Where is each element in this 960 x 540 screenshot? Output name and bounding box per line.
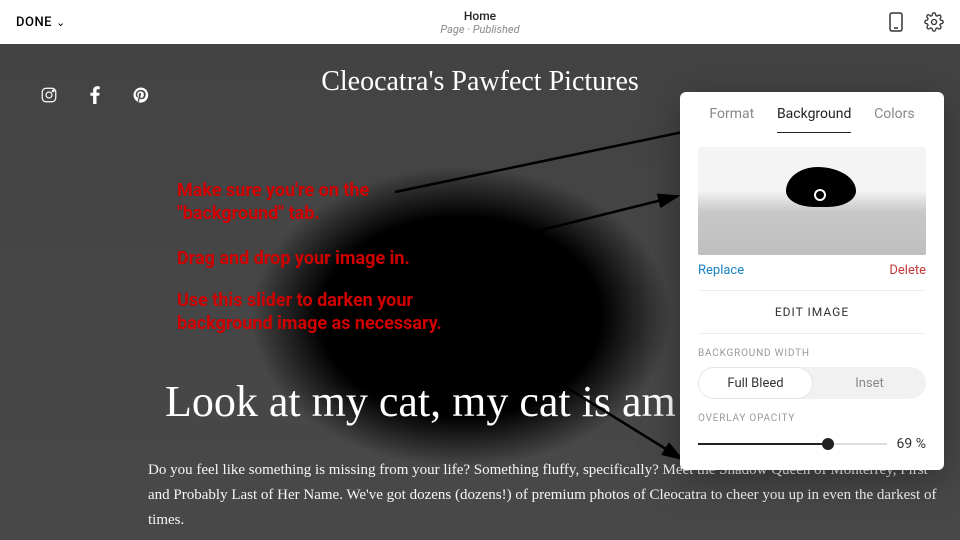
instagram-icon[interactable] [40,86,58,104]
page-name: Home [440,9,519,23]
site-title[interactable]: Cleocatra's Pawfect Pictures [321,66,639,98]
thumb-actions: Replace Delete [680,263,944,290]
page-indicator: Home Page · Published [440,9,519,36]
delete-link[interactable]: Delete [889,263,926,278]
annotation-2: Drag and drop your image in. [177,247,410,270]
mobile-preview-icon[interactable] [886,12,906,32]
panel-tabs: Format Background Colors [680,92,944,133]
page-status: Page · Published [440,23,519,36]
gear-icon[interactable] [924,12,944,32]
tab-background[interactable]: Background [777,106,851,133]
seg-inset[interactable]: Inset [813,367,926,399]
tab-format[interactable]: Format [709,106,754,133]
facebook-icon[interactable] [86,86,104,104]
done-button[interactable]: DONE ⌄ [16,15,66,30]
slider-fill [698,443,828,445]
overlay-opacity-row: 69 % [680,432,944,452]
hero-heading[interactable]: Look at my cat, my cat is am [165,376,676,427]
done-label: DONE [16,15,52,30]
tab-colors[interactable]: Colors [874,106,914,133]
bg-width-segmented: Full Bleed Inset [698,367,926,399]
edit-image-button[interactable]: EDIT IMAGE [680,291,944,333]
thumb-subject [786,167,856,207]
focal-point-icon[interactable] [814,189,826,201]
background-image-thumb[interactable] [698,147,926,255]
annotation-1: Make sure you're on the "background" tab… [177,179,397,226]
bg-width-label: BACKGROUND WIDTH [680,334,944,367]
replace-link[interactable]: Replace [698,263,744,278]
overlay-opacity-slider[interactable] [698,443,887,445]
topbar-actions [886,12,944,32]
overlay-opacity-label: OVERLAY OPACITY [680,399,944,432]
overlay-opacity-value: 69 % [897,436,926,452]
social-links [40,86,150,104]
chevron-down-icon: ⌄ [56,16,66,29]
pinterest-icon[interactable] [132,86,150,104]
editor-topbar: DONE ⌄ Home Page · Published [0,0,960,44]
slider-knob[interactable] [822,438,834,450]
seg-full-bleed[interactable]: Full Bleed [698,367,813,399]
section-settings-panel: Format Background Colors Replace Delete … [680,92,944,470]
annotation-3: Use this slider to darken your backgroun… [177,289,457,336]
